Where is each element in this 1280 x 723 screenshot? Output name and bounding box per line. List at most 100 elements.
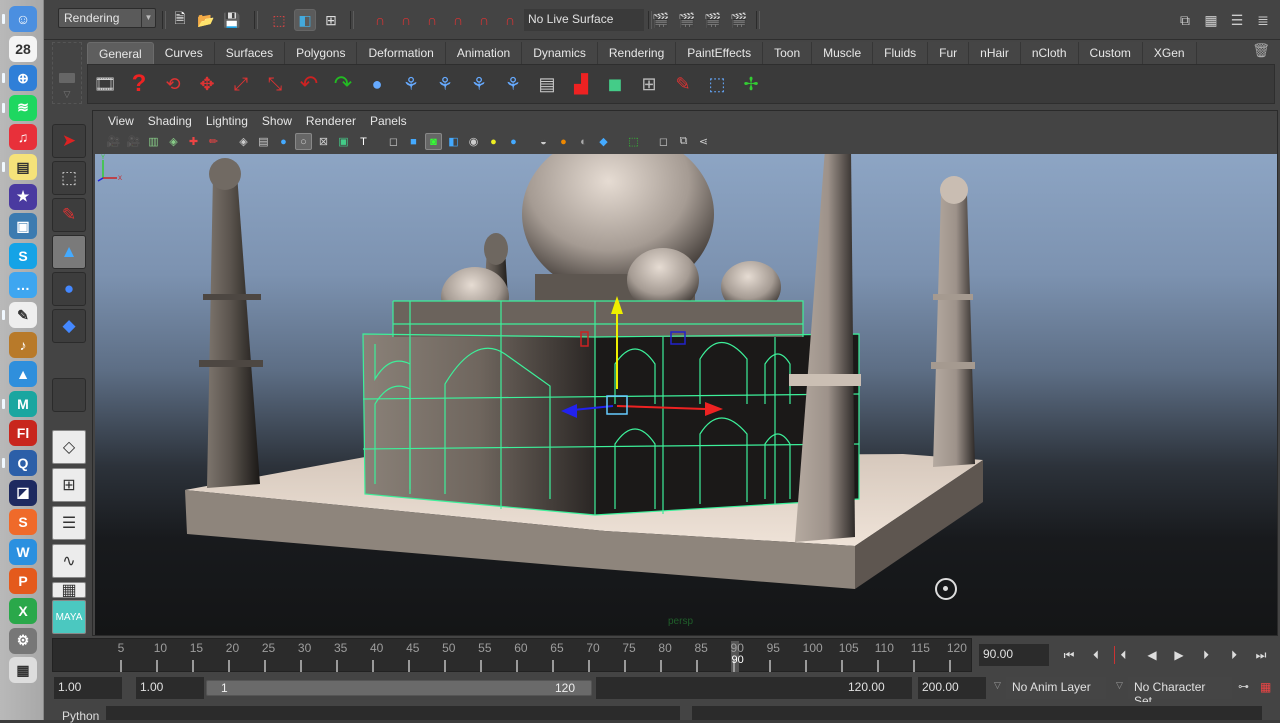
paint-select-icon[interactable]: ✎ (668, 68, 698, 100)
help-icon[interactable]: ? (124, 68, 154, 100)
snap-curve-icon[interactable]: ∩ (395, 9, 417, 31)
dock-document-stack-icon[interactable]: ▦ (9, 657, 37, 684)
xray-active-components-icon[interactable]: ⧉ (675, 133, 692, 150)
depth-of-field-icon[interactable]: ◆ (595, 133, 612, 150)
use-all-lights-icon[interactable]: ● (485, 133, 502, 150)
save-scene-icon[interactable]: 💾 (221, 9, 243, 31)
end-time-field[interactable]: 200.00 (918, 677, 986, 699)
gate-mask-icon[interactable]: ○ (295, 133, 312, 150)
panel-menu-show[interactable]: Show (255, 111, 299, 131)
dock-spotify-icon[interactable]: ≋ (9, 94, 37, 121)
isolate-select-icon[interactable]: ⬚ (625, 133, 642, 150)
step-back-key-button[interactable]: ⏴ (1114, 646, 1132, 664)
dock-garageband-icon[interactable]: ♪ (9, 331, 37, 358)
dock-skype-icon[interactable]: S (9, 242, 37, 269)
grid-toggle-icon[interactable]: ◈ (235, 133, 252, 150)
shelf-tab-fluids[interactable]: Fluids (873, 42, 929, 64)
dock-quicktime-icon[interactable]: Q (9, 450, 37, 476)
undo-icon[interactable]: ↶ (294, 68, 324, 100)
four-view-layout[interactable]: ⊞ (52, 468, 86, 502)
command-input[interactable] (106, 706, 680, 720)
go-to-end-button[interactable]: ⏭ (1252, 646, 1270, 664)
safe-title-icon[interactable]: T (355, 133, 372, 150)
shelf-menu-icon[interactable]: ▽ (59, 89, 75, 99)
persp-graph-layout[interactable]: ∿ (52, 544, 86, 578)
outliner-perspective-layout[interactable]: ☰ (52, 506, 86, 540)
select-tool[interactable]: ➤ (52, 124, 86, 158)
modeling-toolkit-icon[interactable]: ⧉ (1174, 9, 1196, 31)
xray-icon[interactable]: ◧ (445, 133, 462, 150)
shelf-tab-custom[interactable]: Custom (1078, 42, 1143, 64)
panel-menu-renderer[interactable]: Renderer (299, 111, 363, 131)
textured-icon[interactable]: ◉ (465, 133, 482, 150)
redo-icon[interactable]: ↷ (328, 68, 358, 100)
current-time-field[interactable]: 90.00 (979, 644, 1049, 666)
xray-joints-icon[interactable]: ◻ (655, 133, 672, 150)
image-plane-icon[interactable]: ◈ (165, 133, 182, 150)
dock-calendar-icon[interactable]: 28 (9, 35, 37, 62)
dock-finder-icon[interactable]: ☺ (9, 6, 37, 32)
motion-blur-icon[interactable]: ● (555, 133, 572, 150)
shelf-tab-surfaces[interactable]: Surfaces (214, 42, 286, 64)
play-forwards-button[interactable]: ▶ (1170, 646, 1188, 664)
animation-preferences-icon[interactable]: ▦ (1260, 680, 1271, 694)
open-scene-icon[interactable]: 📂 (195, 9, 217, 31)
shelf-tab-deformation[interactable]: Deformation (357, 42, 446, 64)
select-tool-icon[interactable]: ▟ (566, 68, 596, 100)
tool-settings-icon[interactable]: ☰ (1226, 9, 1248, 31)
shelf-tab-painteffects[interactable]: PaintEffects (676, 42, 764, 64)
hypershade-layout[interactable]: ▦ (52, 582, 86, 599)
dock-iphoto-icon[interactable]: ▣ (9, 213, 37, 240)
dock-itunes-icon[interactable]: ♫ (9, 124, 37, 151)
time-ruler[interactable]: 5 10 15 20 25 30 35 40 45 50 55 60 65 70 75 80 85 90 95 100… (52, 638, 972, 672)
play-backwards-button[interactable]: ◀ (1143, 646, 1161, 664)
dock-system-preferences-icon[interactable]: ⚙ (9, 627, 37, 654)
attribute-editor-icon[interactable]: ▦ (1200, 9, 1222, 31)
shelf-tab-toon[interactable]: Toon (763, 42, 813, 64)
anim-layer-dropdown[interactable]: No Anim Layer (1006, 677, 1106, 699)
snap-view-plane-icon[interactable]: ∩ (447, 9, 469, 31)
panel-menu-panels[interactable]: Panels (363, 111, 414, 131)
step-back-frame-button[interactable]: ⏴ (1087, 646, 1105, 664)
command-language-label[interactable]: Python (62, 709, 99, 723)
range-bar[interactable]: 1 120 (206, 680, 592, 696)
dock-stickies-icon[interactable]: ▤ (9, 154, 37, 180)
select-component-icon[interactable]: ⊞ (634, 68, 664, 100)
dock-textedit-icon[interactable]: ✎ (9, 302, 37, 328)
go-to-start-button[interactable]: ⏮ (1060, 646, 1078, 664)
smooth-shade-icon[interactable]: ■ (405, 133, 422, 150)
group-icon[interactable]: ⚘ (396, 68, 426, 100)
camera-zoom-icon[interactable]: ⤡ (260, 68, 290, 100)
unparent-icon[interactable]: ⚘ (498, 68, 528, 100)
render-settings-icon[interactable]: 🎬 (728, 9, 750, 31)
node-editor-icon[interactable]: ⋖ (695, 133, 712, 150)
dock-word-icon[interactable]: W (9, 538, 37, 565)
shelf-tab-curves[interactable]: Curves (153, 42, 215, 64)
wireframe-on-shaded-icon[interactable]: ◙ (425, 133, 442, 150)
select-by-object-icon[interactable]: ◧ (294, 9, 316, 31)
panel-menu-lighting[interactable]: Lighting (199, 111, 255, 131)
safe-action-icon[interactable]: ▣ (335, 133, 352, 150)
shelf-tab-animation[interactable]: Animation (445, 42, 523, 64)
wireframe-icon[interactable]: ◻ (385, 133, 402, 150)
orbit-camera-icon[interactable] (935, 578, 957, 600)
playback-end-field[interactable]: 120.00 (844, 677, 912, 699)
shelf-tab-fur[interactable]: Fur (928, 42, 970, 64)
new-scene-icon[interactable]: 🗎 (169, 9, 191, 31)
shelf-tab-toggle[interactable] (59, 73, 75, 83)
select-by-hierarchy-icon[interactable]: ⬚ (268, 9, 290, 31)
shelf-tab-general[interactable]: General (87, 42, 154, 64)
film-search-icon[interactable]: 🎞 (90, 68, 120, 100)
start-time-field[interactable]: 1.00 (54, 677, 122, 699)
shelf-tab-polygons[interactable]: Polygons (285, 42, 358, 64)
snap-grid-icon[interactable]: ∩ (369, 9, 391, 31)
playback-start-field[interactable]: 1.00 (136, 677, 204, 699)
shelf-tab-dynamics[interactable]: Dynamics (522, 42, 598, 64)
dock-excel-icon[interactable]: X (9, 598, 37, 624)
perspective-viewport[interactable]: Y X persp (95, 154, 1277, 635)
dock-app-s-icon[interactable]: S (9, 509, 37, 536)
select-object-icon[interactable]: ◼ (600, 68, 630, 100)
step-forward-key-button[interactable]: ⏵ (1197, 646, 1215, 664)
shelf-options[interactable]: ▽ (52, 42, 82, 104)
anti-aliasing-icon[interactable]: ◐ (575, 133, 592, 150)
